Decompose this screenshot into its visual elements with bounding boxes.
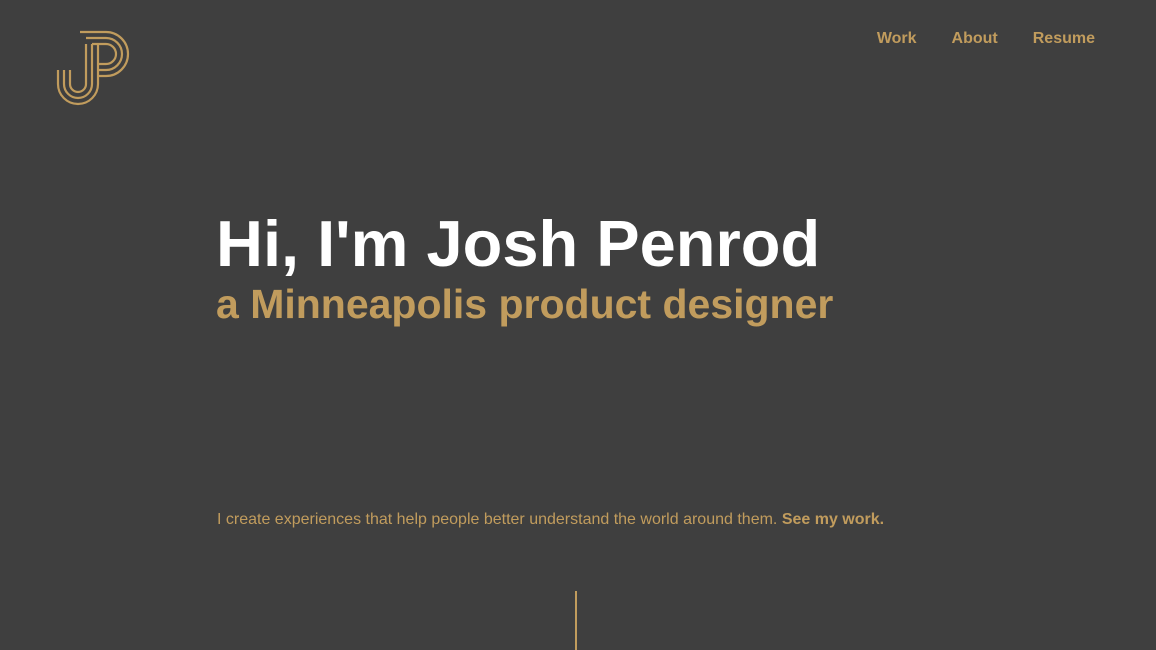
main-nav: Work About Resume (877, 30, 1095, 48)
jp-monogram-icon (56, 30, 132, 106)
nav-link-work[interactable]: Work (877, 30, 917, 48)
hero-title: Hi, I'm Josh Penrod (216, 207, 821, 280)
hero-section: Hi, I'm Josh Penrod a Minneapolis produc… (216, 208, 976, 328)
hero-subtitle: a Minneapolis product designer (216, 281, 834, 327)
intro-text: I create experiences that help people be… (217, 511, 778, 528)
intro-paragraph: I create experiences that help people be… (217, 507, 937, 532)
see-my-work-link[interactable]: See my work. (782, 511, 884, 528)
scroll-down-line-icon (575, 591, 577, 650)
nav-link-resume[interactable]: Resume (1033, 30, 1095, 48)
logo-home-link[interactable] (56, 30, 132, 106)
nav-link-about[interactable]: About (952, 30, 998, 48)
